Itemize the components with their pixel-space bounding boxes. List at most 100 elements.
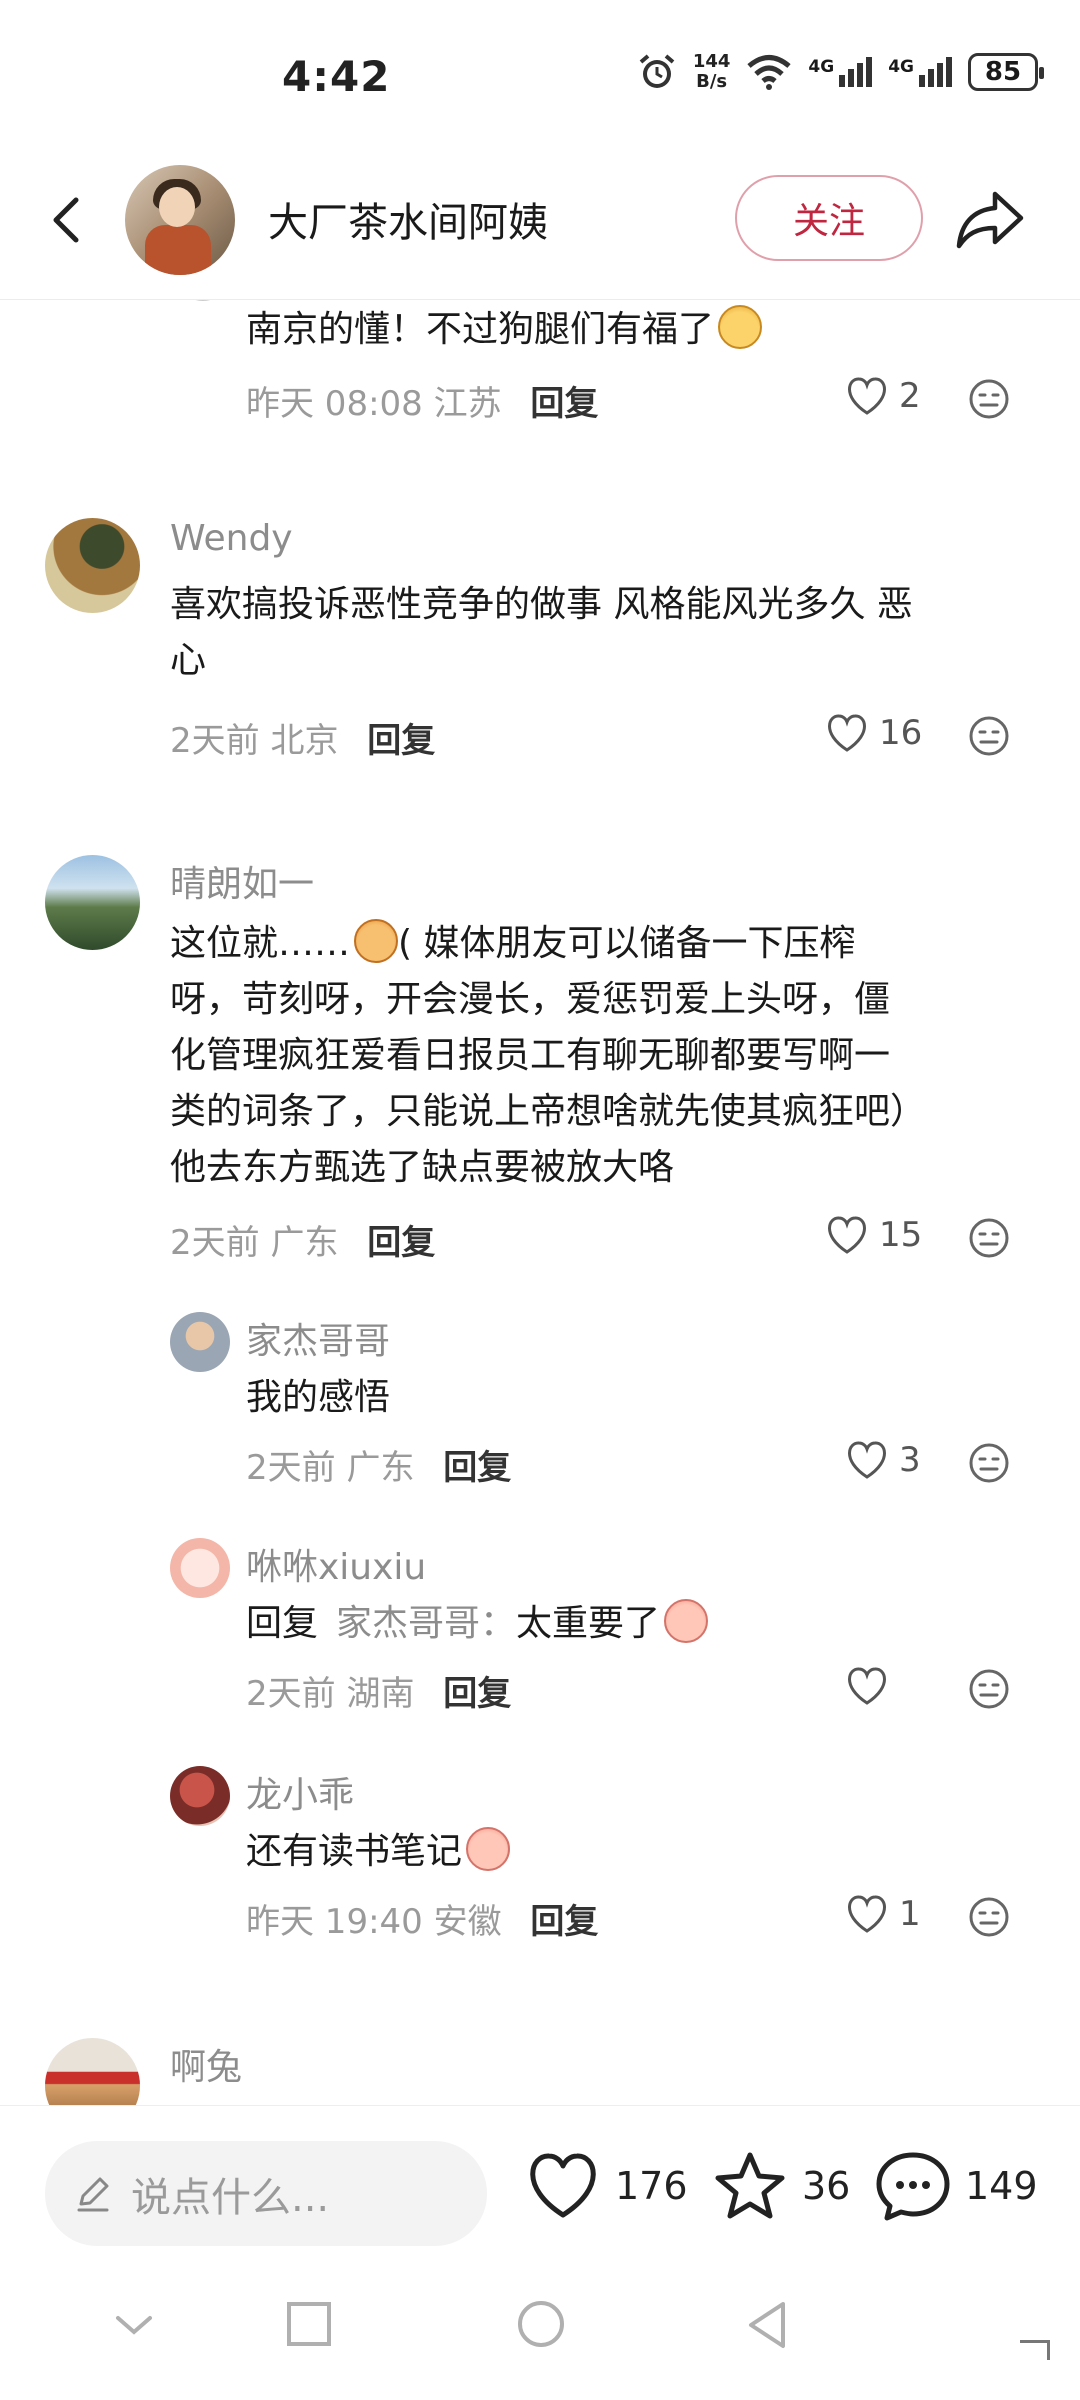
wifi-icon	[747, 55, 792, 90]
reply-target[interactable]: 家杰哥哥：	[336, 1603, 516, 1644]
home-icon[interactable]	[515, 2298, 567, 2350]
chevron-down-icon[interactable]	[112, 2310, 156, 2340]
reply-button[interactable]: 回复	[443, 1674, 511, 1714]
comment-text-line: 心	[170, 640, 207, 681]
reply-text: 回复 家杰哥哥：太重要了	[246, 1596, 709, 1652]
battery-indicator: 85	[968, 53, 1044, 91]
comment-text: 喜欢搞投诉恶性竞争的做事 风格能风光多久 恶 心	[170, 577, 913, 689]
pencil-icon	[77, 2177, 109, 2211]
author-name[interactable]: 大厂茶水间阿姨	[268, 190, 548, 248]
reply-button[interactable]: 回复	[367, 1223, 435, 1263]
more-icon[interactable]	[968, 1217, 1010, 1259]
avatar[interactable]	[45, 855, 140, 950]
reply-meta: 2天前 广东 回复	[246, 1440, 511, 1489]
heart-icon	[828, 714, 866, 752]
reply-location: 湖南	[346, 1674, 415, 1714]
reply-text: 我的感悟	[246, 1377, 391, 1418]
like-button[interactable]: 3	[845, 1440, 921, 1480]
back-nav-icon[interactable]	[745, 2300, 789, 2350]
reply-author[interactable]: 家杰哥哥	[246, 1312, 390, 1364]
comment-time: 2天前	[170, 1223, 260, 1263]
avatar[interactable]	[170, 1766, 230, 1826]
like-count: 3	[899, 1440, 921, 1480]
reply-author[interactable]: 龙小乖	[246, 1766, 354, 1818]
favorite-action[interactable]: 36	[712, 2151, 850, 2221]
comment-author[interactable]: Wendy	[170, 518, 293, 559]
follow-button[interactable]: 关注	[735, 175, 923, 261]
reply-meta: 昨天 19:40 安徽 回复	[246, 1894, 598, 1943]
more-icon[interactable]	[968, 715, 1010, 757]
reply-button[interactable]: 回复	[443, 1448, 511, 1488]
signal-icon: 4G	[808, 57, 873, 87]
avatar[interactable]	[170, 1312, 230, 1372]
status-time: 4:42	[282, 52, 391, 101]
heart-icon	[530, 2153, 596, 2218]
reply-button[interactable]: 回复	[530, 1902, 598, 1942]
reply-text-content: 太重要了	[516, 1603, 661, 1644]
like-button[interactable]: 2	[845, 376, 921, 416]
more-icon[interactable]	[968, 1896, 1010, 1938]
heart-icon	[828, 1216, 866, 1254]
like-count: 1	[899, 1894, 921, 1934]
share-icon[interactable]	[955, 188, 1025, 250]
comment-input[interactable]: 说点什么...	[45, 2141, 487, 2246]
comment-meta: 2天前 北京 回复	[170, 713, 435, 762]
net-speed: 144 B/s	[693, 52, 731, 92]
emoji-icon	[354, 919, 399, 963]
alarm-icon	[639, 54, 675, 88]
comment-text-content: 南京的懂！不过狗腿们有福了	[246, 309, 715, 350]
reply-author[interactable]: 咻咻xiuxiu	[246, 1538, 426, 1590]
comment-location: 北京	[270, 721, 339, 761]
status-icons: 144 B/s 4G 4G 85	[637, 52, 1044, 92]
more-icon[interactable]	[968, 1668, 1010, 1710]
like-total: 176	[615, 2164, 688, 2208]
favorite-total: 36	[802, 2164, 851, 2208]
heart-icon	[848, 1441, 886, 1479]
like-button[interactable]	[845, 1666, 899, 1706]
reply-button[interactable]: 回复	[530, 384, 598, 424]
reply-location: 安徽	[433, 1902, 502, 1942]
reply-time: 2天前	[246, 1448, 336, 1488]
comment-action[interactable]: 149	[875, 2151, 1038, 2221]
avatar[interactable]	[45, 518, 140, 613]
comment-text-line: 喜欢搞投诉恶性竞争的做事 风格能风光多久 恶	[170, 584, 913, 625]
reply-text: 还有读书笔记	[246, 1824, 511, 1880]
like-count: 16	[879, 713, 923, 753]
comment-input-placeholder: 说点什么...	[131, 2174, 330, 2221]
bottom-action-bar: 说点什么... 176 36 149	[0, 2105, 1080, 2246]
reply-button[interactable]: 回复	[367, 721, 435, 761]
comment-text-line: 类的词条了，只能说上帝想啥就先使其疯狂吧）	[170, 1091, 927, 1132]
avatar[interactable]	[45, 2038, 140, 2105]
reply-time: 2天前	[246, 1674, 336, 1714]
like-button[interactable]: 15	[825, 1215, 922, 1255]
emoji-icon	[664, 1599, 709, 1643]
comment-text-line: 化管理疯狂爱看日报员工有聊无聊都要写啊一	[170, 1035, 891, 1076]
like-action[interactable]: 176	[525, 2151, 688, 2221]
like-count: 2	[899, 376, 921, 416]
back-icon[interactable]	[40, 190, 100, 250]
like-button[interactable]: 16	[825, 713, 922, 753]
heart-icon	[848, 1667, 886, 1705]
more-icon[interactable]	[968, 1442, 1010, 1484]
more-icon[interactable]	[968, 378, 1010, 420]
avatar[interactable]	[175, 300, 231, 301]
signal-icon-2: 4G	[888, 57, 952, 87]
comment-time: 2天前	[170, 721, 260, 761]
like-button[interactable]: 1	[845, 1894, 921, 1934]
comment-text-segment: ( 媒体朋友可以储备一下压榨	[398, 923, 856, 964]
reply-prefix: 回复	[246, 1603, 319, 1644]
chat-icon	[876, 2152, 950, 2221]
recent-apps-icon[interactable]	[285, 2300, 333, 2348]
comment-author[interactable]: 啊兔	[170, 2038, 242, 2090]
comment-location: 广东	[270, 1223, 339, 1263]
comment-text-line: 呀，苛刻呀，开会漫长，爱惩罚爱上头呀，僵	[170, 979, 891, 1020]
comment-author[interactable]: 晴朗如一	[170, 855, 314, 907]
emoji-icon	[718, 305, 763, 349]
avatar[interactable]	[170, 1538, 230, 1598]
comment-meta: 昨天 08:08 江苏 回复	[246, 376, 598, 425]
star-icon	[715, 2152, 785, 2219]
author-avatar[interactable]	[125, 165, 235, 275]
comment-text: 这位就…… ( 媒体朋友可以储备一下压榨 呀，苛刻呀，开会漫长，爱惩罚爱上头呀，僵…	[170, 916, 1040, 1196]
like-count: 15	[879, 1215, 923, 1255]
comment-location: 江苏	[433, 384, 502, 424]
